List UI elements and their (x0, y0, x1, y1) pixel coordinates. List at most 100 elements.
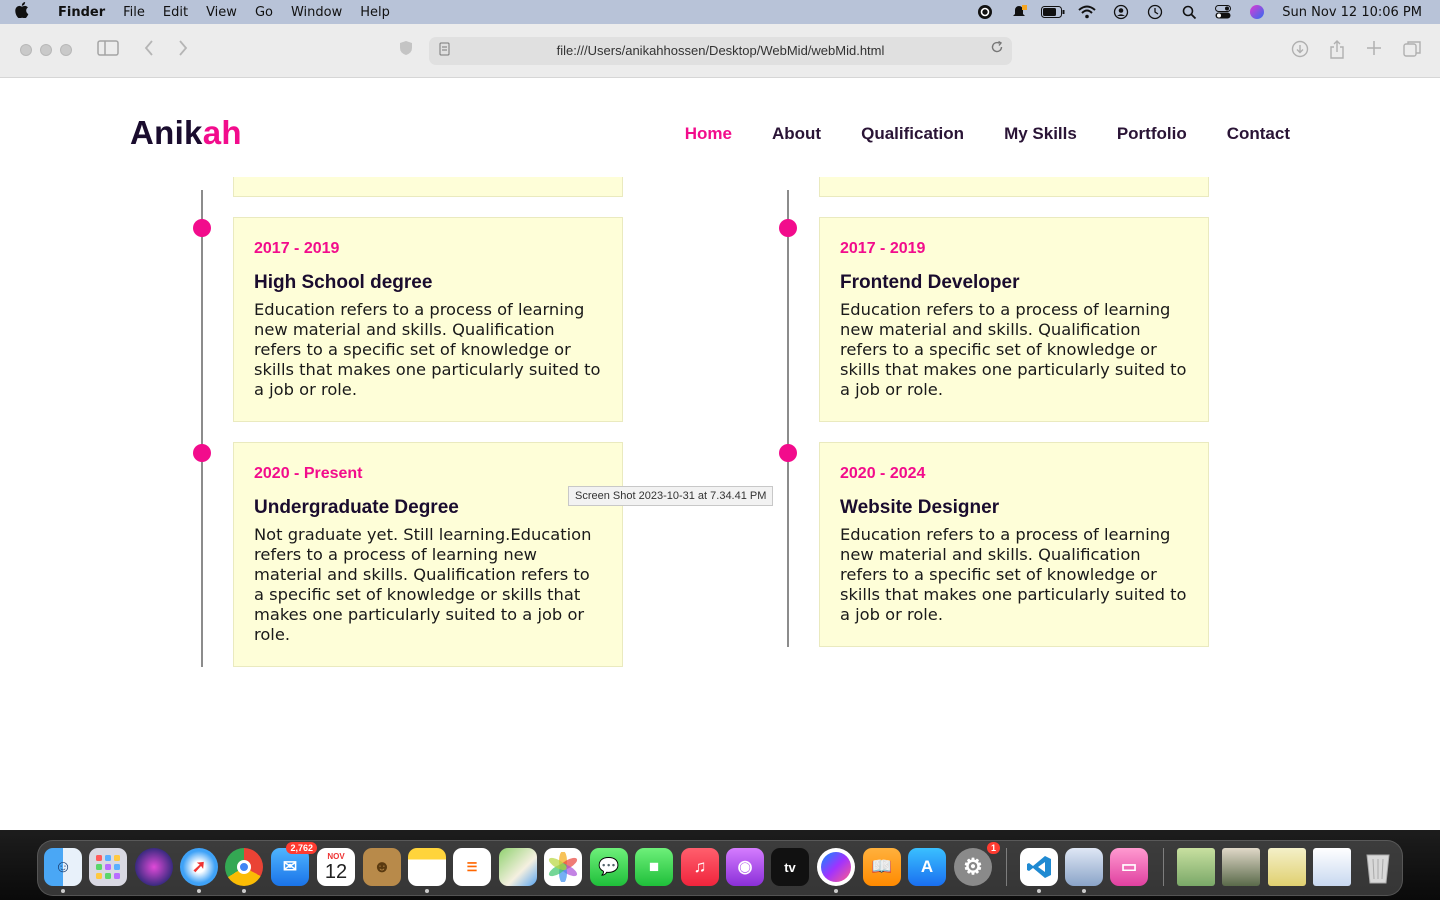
messenger-icon[interactable] (817, 848, 855, 886)
sidebar-toggle-icon[interactable] (97, 40, 119, 61)
nav-contact[interactable]: Contact (1227, 124, 1290, 144)
settings-badge: 1 (986, 842, 1000, 854)
back-arrow-icon[interactable] (144, 40, 154, 61)
timeline-dot (193, 444, 211, 462)
battery-icon[interactable] (1036, 6, 1070, 18)
control-center-icon[interactable] (1206, 5, 1240, 19)
logo-accent-text: ah (202, 114, 242, 151)
nav-qualification[interactable]: Qualification (861, 124, 964, 144)
photo-thumbnail-icon[interactable] (1222, 848, 1260, 886)
card-description: Education refers to a process of learnin… (840, 300, 1187, 399)
tab-overview-icon[interactable] (1403, 40, 1421, 63)
new-tab-icon[interactable] (1366, 40, 1382, 61)
timeline-dot (779, 219, 797, 237)
card-description: Not graduate yet. Still learning.Educati… (254, 525, 592, 644)
card-date: 2017 - 2019 (840, 240, 926, 257)
timeline-dot (779, 444, 797, 462)
nav-about[interactable]: About (772, 124, 821, 144)
card-title: High School degree (254, 272, 433, 293)
menu-app-name[interactable]: Finder (44, 5, 114, 20)
privacy-shield-icon[interactable] (399, 40, 413, 61)
window-zoom-button[interactable] (60, 44, 72, 56)
user-icon[interactable] (1104, 4, 1138, 20)
card-description: Education refers to a process of learnin… (254, 300, 601, 399)
card-description: Education refers to a process of learnin… (840, 525, 1187, 624)
system-settings-icon[interactable]: ⚙ 1 (954, 842, 1000, 886)
trash-icon[interactable] (1359, 848, 1397, 886)
logo-text: Anik (130, 114, 203, 151)
menu-edit[interactable]: Edit (154, 5, 197, 20)
apple-menu-icon[interactable] (0, 2, 44, 22)
nav-my-skills[interactable]: My Skills (1004, 124, 1077, 144)
dock-separator (1006, 848, 1007, 886)
window-close-button[interactable] (20, 44, 32, 56)
music-icon[interactable]: ♫ (681, 848, 719, 886)
nav-portfolio[interactable]: Portfolio (1117, 124, 1187, 144)
dock-separator (1163, 848, 1164, 886)
reload-icon[interactable] (990, 40, 1004, 58)
time-machine-icon[interactable] (1138, 4, 1172, 20)
contacts-icon[interactable]: ☻ (363, 848, 401, 886)
download-icon[interactable] (1291, 40, 1309, 63)
siri-icon[interactable] (135, 848, 173, 886)
url-text[interactable]: file:///Users/anikahhossen/Desktop/WebMi… (429, 43, 1012, 58)
notes-icon[interactable] (408, 848, 446, 886)
calendar-month: NOV (327, 851, 345, 861)
wifi-icon[interactable] (1070, 5, 1104, 19)
calendar-day: 12 (324, 860, 348, 883)
notification-icon[interactable] (1002, 4, 1036, 20)
address-bar[interactable]: file:///Users/anikahhossen/Desktop/WebMi… (429, 37, 1012, 65)
menu-clock[interactable]: Sun Nov 12 10:06 PM (1274, 5, 1422, 20)
card-title: Frontend Developer (840, 272, 1020, 293)
preview-icon[interactable] (1065, 848, 1103, 886)
cleanmymac-icon[interactable]: ▭ (1110, 848, 1148, 886)
nav-home[interactable]: Home (685, 124, 732, 144)
spotlight-search-icon[interactable] (1172, 5, 1206, 20)
card-date: 2017 - 2019 (254, 240, 340, 257)
app-store-icon[interactable]: A (908, 848, 946, 886)
timeline-card-partial (819, 177, 1209, 197)
site-logo[interactable]: Anikah (130, 114, 242, 152)
siri-menu-icon[interactable] (1240, 4, 1274, 20)
timeline-card-partial (233, 177, 623, 197)
books-icon[interactable]: 📖 (863, 848, 901, 886)
vscode-icon[interactable] (1020, 848, 1058, 886)
safari-icon[interactable]: ➚ (180, 848, 218, 886)
reminders-icon[interactable]: ☰ (453, 848, 491, 886)
menu-window[interactable]: Window (282, 5, 351, 20)
calendar-icon[interactable]: NOV 12 (317, 848, 355, 886)
menu-view[interactable]: View (197, 5, 246, 20)
experience-card: 2017 - 2019 Frontend Developer Education… (819, 217, 1209, 422)
tv-icon[interactable]: tv (771, 848, 809, 886)
messages-icon[interactable]: 💬 (590, 848, 628, 886)
card-title: Undergraduate Degree (254, 497, 459, 518)
forward-arrow-icon[interactable] (178, 40, 188, 61)
education-card: 2020 - Present Undergraduate Degree Not … (233, 442, 623, 667)
site-nav: Home About Qualification My Skills Portf… (685, 124, 1290, 144)
grammarly-icon[interactable] (968, 4, 1002, 20)
menu-go[interactable]: Go (246, 5, 282, 20)
document-thumbnail-icon[interactable] (1313, 848, 1351, 886)
photos-icon[interactable] (544, 848, 582, 886)
podcasts-icon[interactable]: ◉ (726, 848, 764, 886)
chrome-icon[interactable] (225, 848, 263, 886)
window-minimize-button[interactable] (40, 44, 52, 56)
experience-card: 2020 - 2024 Website Designer Education r… (819, 442, 1209, 647)
menu-file[interactable]: File (114, 5, 154, 20)
running-indicator (1082, 889, 1086, 893)
facetime-icon[interactable]: ■ (635, 848, 673, 886)
web-page: Anikah Home About Qualification My Skill… (0, 78, 1440, 830)
mail-badge: 2,762 (286, 842, 317, 854)
menu-help[interactable]: Help (351, 5, 399, 20)
finder-icon[interactable]: ☺ (44, 848, 82, 886)
running-indicator (1037, 889, 1041, 893)
image-thumbnail-icon[interactable] (1177, 848, 1215, 886)
running-indicator (425, 889, 429, 893)
launchpad-icon[interactable] (89, 848, 127, 886)
education-card: 2017 - 2019 High School degree Education… (233, 217, 623, 422)
screenshot-thumbnail-icon[interactable] (1268, 848, 1306, 886)
maps-icon[interactable] (499, 848, 537, 886)
mail-icon[interactable]: ✉ 2,762 (271, 842, 317, 886)
share-icon[interactable] (1329, 40, 1345, 65)
timeline-line-education (201, 190, 203, 667)
